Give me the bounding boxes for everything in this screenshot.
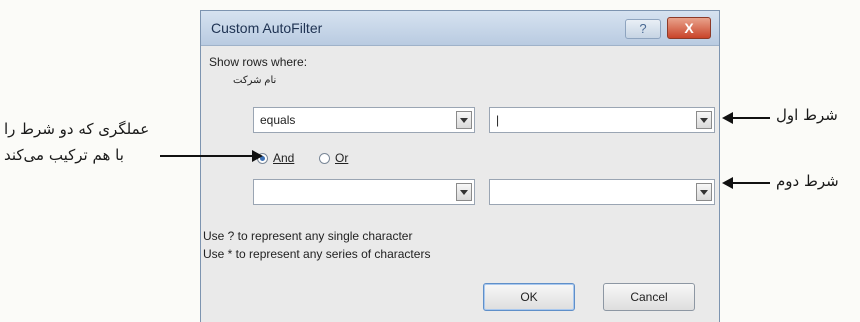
and-radio-label[interactable]: And — [273, 151, 294, 165]
arrow-line — [160, 155, 256, 157]
title-bar[interactable]: Custom AutoFilter ? X — [201, 11, 719, 46]
hint-single-char: Use ? to represent any single character — [203, 229, 413, 243]
hint-series-chars: Use * to represent any series of charact… — [203, 247, 431, 261]
chevron-down-icon[interactable] — [696, 183, 712, 201]
show-rows-label: Show rows where: — [209, 55, 308, 69]
help-button[interactable]: ? — [625, 19, 661, 39]
condition2-value-input[interactable] — [489, 179, 715, 205]
operator-annotation-line1: عملگری که دو شرط را — [4, 120, 150, 138]
custom-autofilter-dialog: Custom AutoFilter ? X Show rows where: ن… — [200, 10, 720, 322]
or-radio-label[interactable]: Or — [335, 151, 348, 165]
condition1-operator-select[interactable]: equals — [253, 107, 475, 133]
second-condition-annotation: شرط دوم — [776, 172, 839, 190]
arrow-line — [732, 117, 770, 119]
or-radio[interactable] — [319, 153, 330, 164]
arrow-right-icon — [252, 150, 263, 162]
chevron-down-icon[interactable] — [696, 111, 712, 129]
cancel-button[interactable]: Cancel — [603, 283, 695, 311]
chevron-down-icon[interactable] — [456, 111, 472, 129]
operator-annotation-line2: با هم ترکیب می‌کند — [4, 146, 124, 164]
ok-button[interactable]: OK — [483, 283, 575, 311]
condition1-value-input[interactable]: | — [489, 107, 715, 133]
first-condition-annotation: شرط اول — [776, 106, 838, 124]
dialog-title: Custom AutoFilter — [211, 20, 323, 36]
chevron-down-icon[interactable] — [456, 183, 472, 201]
condition2-operator-select[interactable] — [253, 179, 475, 205]
column-name-label: نام شرکت — [233, 75, 277, 86]
close-button[interactable]: X — [667, 17, 711, 39]
arrow-line — [732, 182, 770, 184]
condition1-value-text: | — [496, 113, 500, 127]
condition1-operator-value: equals — [260, 113, 296, 127]
